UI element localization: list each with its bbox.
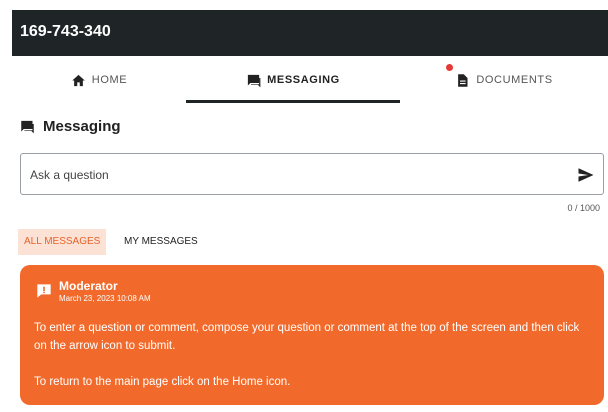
- messaging-icon: [248, 74, 261, 87]
- message-body: To enter a question or comment, compose …: [34, 319, 594, 409]
- tab-documents[interactable]: DOCUMENTS: [400, 56, 608, 104]
- message-paragraph: To return to the main page click on the …: [34, 376, 291, 388]
- tab-messaging-label: MESSAGING: [267, 74, 340, 86]
- section-header: Messaging: [20, 118, 121, 135]
- main-nav: HOME MESSAGING DOCUMENTS: [12, 56, 608, 104]
- message-card: Moderator March 23, 2023 10:08 AM To ent…: [20, 265, 604, 405]
- filter-all-messages[interactable]: ALL MESSAGES: [18, 229, 107, 255]
- page-title: Messaging: [43, 118, 121, 135]
- message-paragraph: To enter a question or comment, compose …: [34, 322, 580, 352]
- character-count: 0 / 1000: [567, 203, 600, 213]
- tab-home[interactable]: HOME: [12, 56, 186, 104]
- question-input-box: [20, 153, 604, 195]
- top-bar: 169-743-340: [12, 10, 608, 56]
- filter-my-messages[interactable]: MY MESSAGES: [118, 229, 204, 255]
- message-timestamp: March 23, 2023 10:08 AM: [59, 294, 151, 303]
- tab-home-label: HOME: [91, 74, 128, 86]
- question-input[interactable]: [28, 165, 552, 185]
- tab-documents-label: DOCUMENTS: [476, 74, 553, 86]
- send-icon[interactable]: [577, 166, 595, 184]
- app-window: 169-743-340 HOME MESSAGING DOCUMENTS Mes…: [12, 10, 608, 412]
- session-id-title: 169-743-340: [20, 23, 111, 40]
- message-author: Moderator: [59, 279, 118, 293]
- alert-icon: [37, 284, 51, 298]
- document-icon: [458, 73, 468, 87]
- home-icon: [72, 74, 85, 86]
- messaging-icon: [21, 120, 34, 134]
- tab-messaging[interactable]: MESSAGING: [186, 56, 400, 104]
- active-tab-indicator: [186, 100, 400, 103]
- notification-dot: [446, 64, 453, 71]
